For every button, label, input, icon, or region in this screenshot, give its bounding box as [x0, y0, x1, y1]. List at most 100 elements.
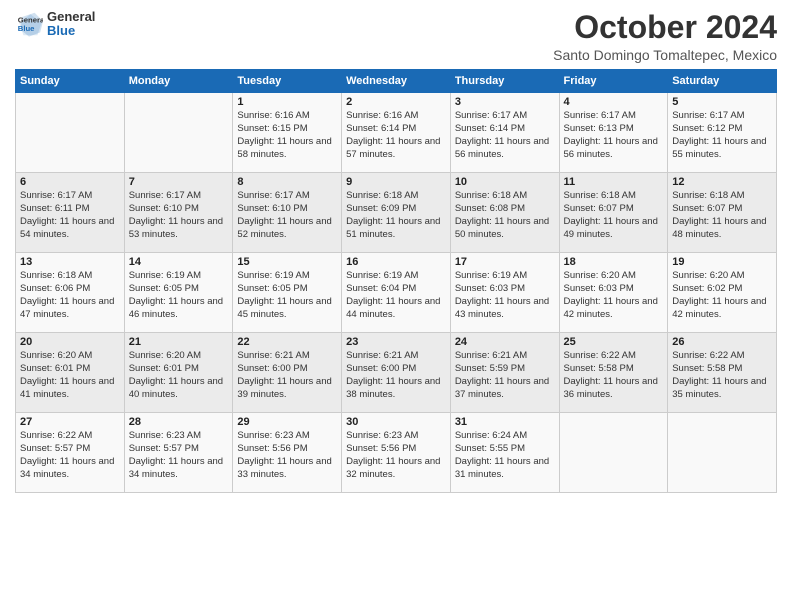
day-info: Sunrise: 6:22 AM Sunset: 5:57 PM Dayligh…: [20, 430, 120, 481]
day-info: Sunrise: 6:17 AM Sunset: 6:13 PM Dayligh…: [564, 110, 664, 161]
day-cell: 20 Sunrise: 6:20 AM Sunset: 6:01 PM Dayli…: [16, 333, 125, 413]
col-saturday: Saturday: [668, 70, 777, 93]
day-number: 18: [564, 256, 664, 268]
day-info: Sunrise: 6:18 AM Sunset: 6:06 PM Dayligh…: [20, 270, 120, 321]
day-cell: 30 Sunrise: 6:23 AM Sunset: 5:56 PM Dayli…: [342, 413, 451, 493]
day-cell: 8 Sunrise: 6:17 AM Sunset: 6:10 PM Daylig…: [233, 173, 342, 253]
day-info: Sunrise: 6:24 AM Sunset: 5:55 PM Dayligh…: [455, 430, 555, 481]
day-cell: 6Sunrise: 6:17 AM Sunset: 6:11 PM Daylig…: [16, 173, 125, 253]
day-number: 10: [455, 176, 555, 188]
day-info: Sunrise: 6:20 AM Sunset: 6:01 PM Dayligh…: [20, 350, 120, 401]
day-cell: 23Sunrise: 6:21 AM Sunset: 6:00 PM Dayli…: [342, 333, 451, 413]
day-info: Sunrise: 6:16 AM Sunset: 6:15 PM Dayligh…: [237, 110, 337, 161]
day-info: Sunrise: 6:23 AM Sunset: 5:56 PM Dayligh…: [346, 430, 446, 481]
day-info: Sunrise: 6:20 AM Sunset: 6:01 PM Dayligh…: [129, 350, 229, 401]
day-info: Sunrise: 6:21 AM Sunset: 6:00 PM Dayligh…: [237, 350, 337, 401]
day-info: Sunrise: 6:17 AM Sunset: 6:10 PM Dayligh…: [237, 190, 337, 241]
col-tuesday: Tuesday: [233, 70, 342, 93]
day-cell: 27 Sunrise: 6:22 AM Sunset: 5:57 PM Dayli…: [16, 413, 125, 493]
calendar-table: Sunday Monday Tuesday Wednesday Thursday…: [15, 69, 777, 493]
day-cell: 11Sunrise: 6:18 AM Sunset: 6:07 PM Dayli…: [559, 173, 668, 253]
day-cell: 28Sunrise: 6:23 AM Sunset: 5:57 PM Dayli…: [124, 413, 233, 493]
calendar-header: Sunday Monday Tuesday Wednesday Thursday…: [16, 70, 777, 93]
day-info: Sunrise: 6:20 AM Sunset: 6:03 PM Dayligh…: [564, 270, 664, 321]
day-number: 28: [129, 416, 229, 428]
day-number: 8: [237, 176, 337, 188]
day-cell: [124, 93, 233, 173]
day-cell: 16Sunrise: 6:19 AM Sunset: 6:04 PM Dayli…: [342, 253, 451, 333]
day-cell: 10 Sunrise: 6:18 AM Sunset: 6:08 PM Dayli…: [450, 173, 559, 253]
day-cell: [668, 413, 777, 493]
day-number: 22: [237, 336, 337, 348]
week-row-1: 1 Sunrise: 6:16 AM Sunset: 6:15 PM Daylig…: [16, 93, 777, 173]
day-info: Sunrise: 6:18 AM Sunset: 6:09 PM Dayligh…: [346, 190, 446, 241]
day-cell: 13 Sunrise: 6:18 AM Sunset: 6:06 PM Dayli…: [16, 253, 125, 333]
title-section: October 2024 Santo Domingo Tomaltepec, M…: [553, 10, 777, 63]
subtitle: Santo Domingo Tomaltepec, Mexico: [553, 47, 777, 63]
day-cell: 29Sunrise: 6:23 AM Sunset: 5:56 PM Dayli…: [233, 413, 342, 493]
main-title: October 2024: [553, 10, 777, 45]
day-number: 31: [455, 416, 555, 428]
day-number: 5: [672, 96, 772, 108]
day-number: 25: [564, 336, 664, 348]
day-number: 2: [346, 96, 446, 108]
col-friday: Friday: [559, 70, 668, 93]
day-number: 27: [20, 416, 120, 428]
day-info: Sunrise: 6:19 AM Sunset: 6:03 PM Dayligh…: [455, 270, 555, 321]
day-cell: 17 Sunrise: 6:19 AM Sunset: 6:03 PM Dayli…: [450, 253, 559, 333]
day-info: Sunrise: 6:20 AM Sunset: 6:02 PM Dayligh…: [672, 270, 772, 321]
day-number: 19: [672, 256, 772, 268]
day-cell: 31 Sunrise: 6:24 AM Sunset: 5:55 PM Dayli…: [450, 413, 559, 493]
day-number: 3: [455, 96, 555, 108]
header-row: Sunday Monday Tuesday Wednesday Thursday…: [16, 70, 777, 93]
day-number: 24: [455, 336, 555, 348]
svg-text:Blue: Blue: [18, 24, 35, 33]
day-info: Sunrise: 6:22 AM Sunset: 5:58 PM Dayligh…: [672, 350, 772, 401]
day-cell: 12 Sunrise: 6:18 AM Sunset: 6:07 PM Dayli…: [668, 173, 777, 253]
day-info: Sunrise: 6:21 AM Sunset: 5:59 PM Dayligh…: [455, 350, 555, 401]
day-cell: 24 Sunrise: 6:21 AM Sunset: 5:59 PM Dayli…: [450, 333, 559, 413]
day-info: Sunrise: 6:17 AM Sunset: 6:14 PM Dayligh…: [455, 110, 555, 161]
col-sunday: Sunday: [16, 70, 125, 93]
day-number: 23: [346, 336, 446, 348]
calendar-body: 1 Sunrise: 6:16 AM Sunset: 6:15 PM Daylig…: [16, 93, 777, 493]
day-number: 26: [672, 336, 772, 348]
calendar-page: General Blue General Blue October 2024 S…: [0, 0, 792, 612]
day-cell: 3 Sunrise: 6:17 AM Sunset: 6:14 PM Daylig…: [450, 93, 559, 173]
day-cell: 9Sunrise: 6:18 AM Sunset: 6:09 PM Daylig…: [342, 173, 451, 253]
logo-icon: General Blue: [15, 10, 43, 38]
col-wednesday: Wednesday: [342, 70, 451, 93]
day-cell: [559, 413, 668, 493]
logo-line2: Blue: [47, 24, 95, 38]
day-info: Sunrise: 6:16 AM Sunset: 6:14 PM Dayligh…: [346, 110, 446, 161]
week-row-5: 27 Sunrise: 6:22 AM Sunset: 5:57 PM Dayli…: [16, 413, 777, 493]
day-number: 6: [20, 176, 120, 188]
day-number: 20: [20, 336, 120, 348]
day-cell: 18 Sunrise: 6:20 AM Sunset: 6:03 PM Dayli…: [559, 253, 668, 333]
day-info: Sunrise: 6:19 AM Sunset: 6:04 PM Dayligh…: [346, 270, 446, 321]
week-row-4: 20 Sunrise: 6:20 AM Sunset: 6:01 PM Dayli…: [16, 333, 777, 413]
day-number: 13: [20, 256, 120, 268]
day-info: Sunrise: 6:18 AM Sunset: 6:08 PM Dayligh…: [455, 190, 555, 241]
day-number: 30: [346, 416, 446, 428]
day-info: Sunrise: 6:17 AM Sunset: 6:12 PM Dayligh…: [672, 110, 772, 161]
col-monday: Monday: [124, 70, 233, 93]
day-number: 29: [237, 416, 337, 428]
day-number: 4: [564, 96, 664, 108]
col-thursday: Thursday: [450, 70, 559, 93]
week-row-2: 6Sunrise: 6:17 AM Sunset: 6:11 PM Daylig…: [16, 173, 777, 253]
day-number: 17: [455, 256, 555, 268]
svg-text:General: General: [18, 16, 43, 25]
day-number: 12: [672, 176, 772, 188]
day-cell: 14Sunrise: 6:19 AM Sunset: 6:05 PM Dayli…: [124, 253, 233, 333]
day-cell: 19 Sunrise: 6:20 AM Sunset: 6:02 PM Dayli…: [668, 253, 777, 333]
day-info: Sunrise: 6:19 AM Sunset: 6:05 PM Dayligh…: [237, 270, 337, 321]
day-number: 1: [237, 96, 337, 108]
day-number: 21: [129, 336, 229, 348]
header: General Blue General Blue October 2024 S…: [15, 10, 777, 63]
day-cell: 7Sunrise: 6:17 AM Sunset: 6:10 PM Daylig…: [124, 173, 233, 253]
day-cell: 25 Sunrise: 6:22 AM Sunset: 5:58 PM Dayli…: [559, 333, 668, 413]
day-number: 11: [564, 176, 664, 188]
day-info: Sunrise: 6:18 AM Sunset: 6:07 PM Dayligh…: [672, 190, 772, 241]
day-info: Sunrise: 6:22 AM Sunset: 5:58 PM Dayligh…: [564, 350, 664, 401]
